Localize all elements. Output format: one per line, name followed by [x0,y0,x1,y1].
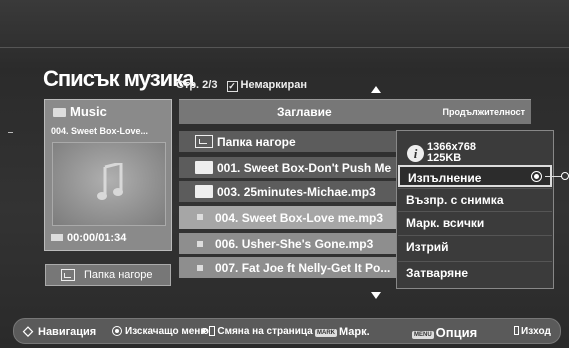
ok-button-icon [112,326,122,336]
help-mark: MARK Марк. [315,326,370,338]
current-track: 004. Sweet Box-Love... [51,126,149,136]
mark-key-icon: MARK [315,329,337,337]
side-tick [8,132,13,133]
exit-icon [514,326,519,335]
top-divider [0,47,569,48]
scroll-down-icon[interactable] [371,292,381,299]
up-folder-icon [61,269,75,281]
playback-time: 00:00/01:34 [51,232,126,244]
folder-icon [53,108,66,117]
menu-item-label: Изтрий [406,240,449,254]
pointer-dot-icon [561,172,569,180]
up-folder-label: Папка нагоре [84,269,153,281]
page-number: Стр. 2/3 [176,79,218,91]
info-icon: i [407,145,424,162]
music-note-icon [97,163,123,200]
help-popup-menu: Изскачащо меню [112,326,209,337]
menu-item-label: Изпълнение [408,171,482,185]
tv-screen: Списък музика Стр. 2/3 ✓ Немаркиран Music… [0,0,569,348]
list-item-label: 004. Sweet Box-Love me.mp3 [215,211,384,225]
preview-panel: Music 004. Sweet Box-Love... 00:00/01:34 [44,99,172,251]
help-bar: Навигация Изскачащо меню P Смяна на стран… [13,318,561,344]
help-label: Опция [435,325,478,340]
file-size: 125KB [427,152,462,164]
menu-item-label: Възпр. с снимка [406,193,504,207]
column-title: Заглавие [277,105,332,119]
page-info: Стр. 2/3 ✓ Немаркиран [176,79,307,92]
help-label: Навигация [38,326,97,338]
menu-item-label: Затваряне [406,266,469,280]
list-header: Заглавие Продължителност [179,99,531,124]
album-art [52,142,166,226]
help-navigation: Навигация [23,323,97,339]
scroll-up-icon[interactable] [371,86,381,93]
help-label: Марк. [339,326,370,338]
list-item-label: 003. 25minutes-Michae.mp3 [217,185,376,199]
unmarked-label: Немаркиран [240,79,308,91]
up-folder-button[interactable]: Папка нагоре [45,264,171,286]
page-key-icon [209,326,216,336]
popup-menu: i 1366x768 125KB Изпълнение Възпр. с сни… [396,130,554,289]
audio-file-icon [197,214,203,220]
help-label: Смяна на страница [217,326,313,337]
page-key: P [202,327,208,336]
menu-item-mark-all[interactable]: Марк. всички [398,211,552,233]
menu-item-play-with-photo[interactable]: Възпр. с снимка [398,188,552,210]
list-item-label: 001. Sweet Box-Don't Push Me [217,161,392,175]
page-title: Списък музика [43,66,194,91]
checkbox-icon[interactable]: ✓ [226,81,238,92]
audio-file-icon [197,241,203,247]
help-label: Изскачащо меню [125,326,209,337]
navigation-icon [23,323,35,339]
list-item-label: 006. Usher-She's Gone.mp3 [215,237,374,251]
folder-icon [195,161,213,174]
progress-icon [51,234,63,241]
radio-selected-icon [531,171,542,182]
help-exit: Изход [514,326,551,337]
help-option: MENU Опция [412,325,477,340]
menu-item-label: Марк. всички [406,216,485,230]
list-item-label: 007. Fat Joe ft Nelly-Get It Po... [215,261,391,275]
folder-title: Music [53,104,107,119]
folder-icon [195,185,213,198]
menu-item-delete[interactable]: Изтрий [398,235,552,257]
up-folder-icon [195,135,213,148]
audio-file-icon [197,265,203,271]
time-label: 00:00/01:34 [67,232,127,244]
help-label: Изход [521,326,551,337]
menu-item-close[interactable]: Затваряне [398,261,552,283]
column-duration: Продължителност [442,107,526,117]
help-page-change: P Смяна на страница [202,326,313,337]
folder-name: Music [70,104,107,119]
list-item-label: Папка нагоре [217,135,296,149]
menu-key-icon: MENU [412,331,434,339]
menu-item-play[interactable]: Изпълнение [398,165,552,187]
